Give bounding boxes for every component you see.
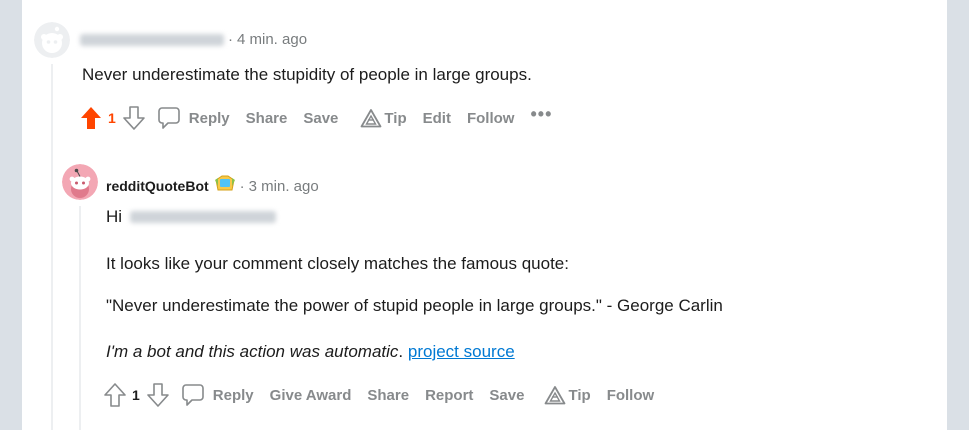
downvote-icon[interactable]	[146, 383, 169, 407]
thread-line[interactable]	[79, 206, 81, 430]
greeting-text: Hi	[106, 207, 123, 226]
comment-meta: · 4 min. ago	[80, 31, 307, 48]
tip-button[interactable]: Tip	[544, 385, 591, 405]
body-paragraph: It looks like your comment closely match…	[106, 254, 569, 273]
comment-actions: 1 Reply Share Save Tip Edit Follow •••	[80, 103, 552, 133]
username-redacted	[130, 211, 277, 223]
reply-label: Reply	[188, 109, 230, 127]
upvote-icon[interactable]	[80, 106, 102, 130]
greeting-line: Hi	[106, 207, 277, 227]
comment-meta: redditQuoteBot · 3 min. ago	[106, 174, 319, 198]
bot-note-text: I'm a bot and this action was automatic	[106, 342, 399, 361]
comment-actions: 1 Reply Give Award Share Report Save Tip…	[104, 380, 670, 410]
comment-body: Never underestimate the stupidity of peo…	[82, 65, 532, 84]
tip-icon	[544, 385, 566, 405]
save-button[interactable]: Save	[489, 387, 524, 404]
project-source-link[interactable]: project source	[408, 342, 515, 361]
follow-button[interactable]: Follow	[607, 387, 655, 404]
flair-badge-icon	[214, 174, 236, 198]
comment-panel: · 4 min. ago Never underestimate the stu…	[22, 0, 947, 430]
bot-avatar[interactable]	[62, 164, 98, 200]
save-button[interactable]: Save	[303, 110, 338, 127]
timestamp[interactable]: 3 min. ago	[249, 178, 319, 195]
tip-icon	[360, 108, 382, 128]
author-name[interactable]: redditQuoteBot	[106, 178, 209, 194]
report-button[interactable]: Report	[425, 387, 473, 404]
comment-icon	[157, 106, 181, 130]
quote-paragraph: "Never underestimate the power of stupid…	[106, 296, 723, 315]
username-redacted[interactable]	[80, 33, 224, 46]
reply-button[interactable]: Reply	[181, 383, 254, 407]
edit-button[interactable]: Edit	[423, 110, 451, 127]
vote-score: 1	[132, 387, 140, 403]
reply-button[interactable]: Reply	[157, 106, 230, 130]
vote-score: 1	[108, 110, 116, 126]
timestamp[interactable]: 4 min. ago	[237, 31, 307, 48]
comment-icon	[181, 383, 205, 407]
share-button[interactable]: Share	[246, 110, 288, 127]
tip-label: Tip	[568, 386, 591, 404]
more-options-icon[interactable]: •••	[530, 104, 552, 125]
upvote-icon[interactable]	[104, 383, 126, 407]
share-button[interactable]: Share	[367, 387, 409, 404]
give-award-button[interactable]: Give Award	[270, 387, 352, 404]
follow-button[interactable]: Follow	[467, 110, 515, 127]
downvote-icon[interactable]	[122, 106, 145, 130]
reply-label: Reply	[212, 386, 254, 404]
bot-note: I'm a bot and this action was automatic.…	[106, 342, 515, 361]
user-avatar[interactable]	[34, 22, 70, 58]
tip-button[interactable]: Tip	[360, 108, 407, 128]
tip-label: Tip	[384, 109, 407, 127]
thread-line[interactable]	[51, 64, 53, 430]
